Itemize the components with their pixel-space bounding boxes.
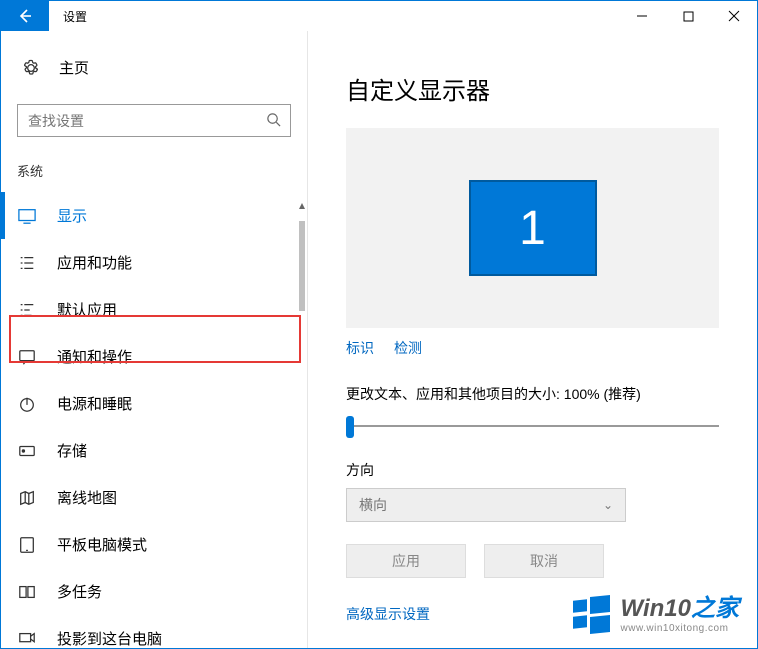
orientation-dropdown[interactable]: 横向 ⌄ — [346, 488, 626, 522]
sidebar-item-storage[interactable]: 存储 — [1, 427, 307, 474]
watermark-url: www.win10xitong.com — [621, 623, 739, 634]
sidebar-item-label: 电源和睡眠 — [57, 393, 132, 414]
search-input[interactable] — [18, 113, 256, 129]
sidebar-item-project[interactable]: 投影到这台电脑 — [1, 615, 307, 648]
window-title: 设置 — [49, 1, 87, 31]
sidebar-item-label: 应用和功能 — [57, 252, 132, 273]
close-button[interactable] — [711, 1, 757, 31]
power-icon — [17, 394, 37, 414]
close-icon — [728, 10, 740, 22]
sidebar-item-power[interactable]: 电源和睡眠 — [1, 380, 307, 427]
map-icon — [17, 488, 37, 508]
cancel-button[interactable]: 取消 — [484, 544, 604, 578]
monitor-number: 1 — [519, 201, 546, 256]
sidebar-home[interactable]: 主页 — [1, 31, 307, 104]
sidebar-item-label: 平板电脑模式 — [57, 534, 147, 555]
minimize-icon — [636, 10, 648, 22]
tablet-icon — [17, 535, 37, 555]
titlebar: 设置 — [1, 1, 757, 31]
dropdown-value: 横向 — [359, 495, 387, 515]
monitor-icon — [17, 206, 37, 226]
home-label: 主页 — [59, 57, 89, 78]
project-icon — [17, 629, 37, 649]
identify-link[interactable]: 标识 — [346, 338, 374, 358]
search-box[interactable] — [17, 104, 291, 137]
watermark: Win10之家 www.win10xitong.com — [573, 596, 739, 634]
watermark-brand: Win10之家 — [621, 596, 739, 622]
sidebar-item-display[interactable]: 显示 — [1, 192, 307, 239]
sidebar-item-apps[interactable]: 应用和功能 — [1, 239, 307, 286]
detect-link[interactable]: 检测 — [394, 338, 422, 358]
sidebar-item-label: 存储 — [57, 440, 87, 461]
search-icon — [256, 112, 290, 130]
settings-window: 设置 主页 — [0, 0, 758, 649]
sidebar-item-label: 默认应用 — [57, 299, 117, 320]
body: 主页 系统 显示 应用和功能 — [1, 31, 757, 648]
orientation-label: 方向 — [346, 460, 719, 480]
sidebar-item-default-apps[interactable]: 默认应用 — [1, 286, 307, 333]
scale-slider[interactable] — [346, 416, 719, 436]
slider-thumb[interactable] — [346, 416, 354, 438]
main-content: 自定义显示器 1 标识 检测 更改文本、应用和其他项目的大小: 100% (推荐… — [308, 31, 757, 648]
back-button[interactable] — [1, 1, 49, 31]
sidebar-item-label: 通知和操作 — [57, 346, 132, 367]
sidebar-item-maps[interactable]: 离线地图 — [1, 474, 307, 521]
maximize-icon — [683, 11, 694, 22]
storage-icon — [17, 441, 37, 461]
sidebar-item-tablet[interactable]: 平板电脑模式 — [1, 521, 307, 568]
sidebar-item-multitask[interactable]: 多任务 — [1, 568, 307, 615]
apply-button[interactable]: 应用 — [346, 544, 466, 578]
display-preview: 1 — [346, 128, 719, 328]
message-icon — [17, 347, 37, 367]
gear-icon — [21, 58, 41, 78]
sidebar-item-label: 投影到这台电脑 — [57, 628, 162, 648]
sidebar-item-label: 显示 — [57, 205, 87, 226]
sidebar-group-label: 系统 — [1, 155, 307, 192]
multitask-icon — [17, 582, 37, 602]
page-title: 自定义显示器 — [346, 71, 719, 106]
monitor-tile[interactable]: 1 — [469, 180, 597, 276]
sidebar-nav: 显示 应用和功能 默认应用 通知和操作 — [1, 192, 307, 648]
chevron-down-icon: ⌄ — [603, 498, 613, 512]
minimize-button[interactable] — [619, 1, 665, 31]
defaults-icon — [17, 300, 37, 320]
scrollbar-thumb[interactable] — [299, 221, 305, 311]
sidebar-item-label: 多任务 — [57, 581, 102, 602]
list-icon — [17, 253, 37, 273]
arrow-left-icon — [16, 7, 34, 25]
sidebar-item-notifications[interactable]: 通知和操作 — [1, 333, 307, 380]
sidebar: 主页 系统 显示 应用和功能 — [1, 31, 308, 648]
maximize-button[interactable] — [665, 1, 711, 31]
advanced-display-link[interactable]: 高级显示设置 — [346, 606, 430, 622]
sidebar-item-label: 离线地图 — [57, 487, 117, 508]
windows-logo-icon — [573, 596, 611, 634]
scale-label: 更改文本、应用和其他项目的大小: 100% (推荐) — [346, 384, 719, 404]
